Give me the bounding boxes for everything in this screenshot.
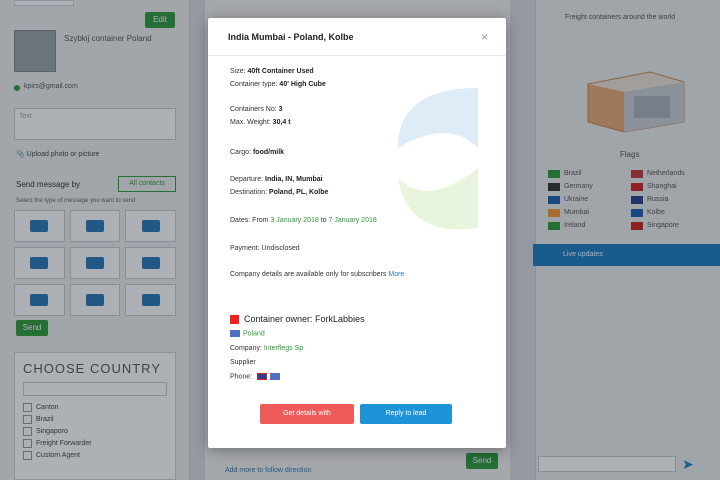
country-row: Poland xyxy=(230,330,265,337)
brand-watermark-icon xyxy=(398,88,478,230)
modal-header: India Mumbai - Poland, Kolbe × xyxy=(208,18,506,56)
destination-row: Destination: Poland, PL, Kolbe xyxy=(230,189,329,196)
departure-row: Departure: India, IN, Mumbai xyxy=(230,176,323,183)
modal-title: India Mumbai - Poland, Kolbe xyxy=(228,32,354,42)
containers-row: Containers No: 3 xyxy=(230,106,283,113)
date-from: 3 January 2018 xyxy=(270,217,319,224)
close-icon[interactable]: × xyxy=(481,30,488,44)
reply-to-lead-button[interactable]: Reply to lead xyxy=(360,404,452,424)
size-row: Size: 40ft Container Used xyxy=(230,68,314,75)
lead-details-modal: India Mumbai - Poland, Kolbe × Size: 40f… xyxy=(208,18,506,448)
supplier-row: Supplier xyxy=(230,359,256,366)
company-row: Company: Interflegs Sp xyxy=(230,345,304,352)
cargo-row: Cargo: food/milk xyxy=(230,149,285,156)
weight-row: Max. Weight: 30,4 t xyxy=(230,119,291,126)
subscriber-note: Company details are available only for s… xyxy=(230,271,405,278)
uk-flag-icon xyxy=(257,373,268,380)
poland-flag-icon xyxy=(230,330,240,337)
phone-row: Phone: xyxy=(230,373,283,380)
get-details-button[interactable]: Get details with xyxy=(260,404,354,424)
status-row: Payment: Undisclosed xyxy=(230,245,300,252)
date-to: 7 January 2018 xyxy=(328,217,377,224)
dates-row: Dates: From 3 January 2018 to 7 January … xyxy=(230,217,377,224)
container-owner-heading: Container owner: ForkLabbies xyxy=(230,314,365,324)
container-type-row: Container type: 40' High Cube xyxy=(230,81,326,88)
poland-flag-icon xyxy=(270,373,281,380)
owner-badge-icon xyxy=(230,314,239,324)
more-link[interactable]: More xyxy=(388,271,404,278)
